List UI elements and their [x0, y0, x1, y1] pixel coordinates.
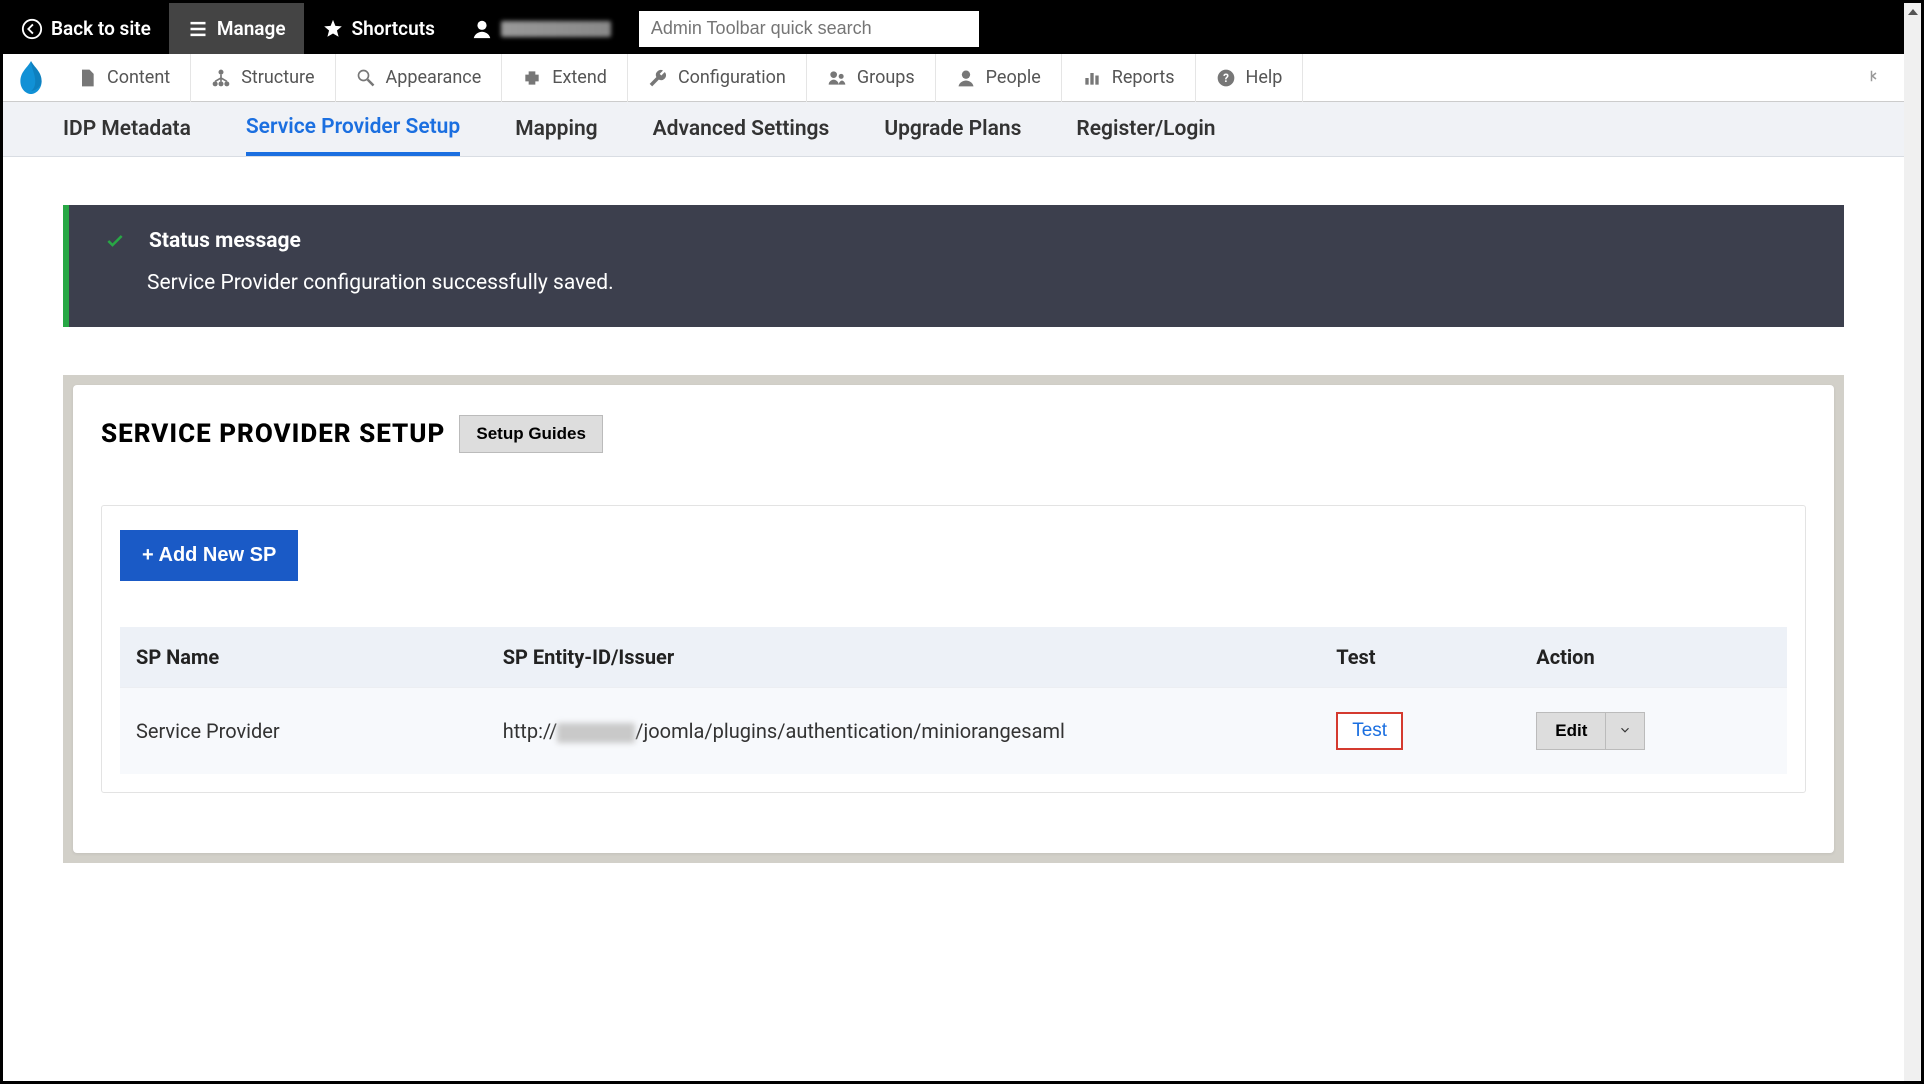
- username-text: [501, 21, 611, 37]
- status-title: Status message: [149, 229, 301, 253]
- cell-sp-name: Service Provider: [120, 688, 487, 775]
- chevron-down-icon: [1618, 723, 1632, 737]
- menu-help[interactable]: ? Help: [1196, 54, 1304, 102]
- back-to-site-link[interactable]: Back to site: [3, 3, 169, 54]
- menu-configuration[interactable]: Configuration: [628, 54, 807, 102]
- status-message: Status message Service Provider configur…: [63, 205, 1844, 327]
- scrollbar-track[interactable]: [1904, 3, 1921, 1081]
- wrench-icon: [648, 68, 668, 88]
- menu-structure[interactable]: Structure: [191, 54, 335, 102]
- tab-sp-setup[interactable]: Service Provider Setup: [246, 102, 460, 156]
- groups-icon: [827, 68, 847, 88]
- col-entity-id: SP Entity-ID/Issuer: [487, 627, 1321, 688]
- help-icon: ?: [1216, 68, 1236, 88]
- menu-groups-label: Groups: [857, 67, 915, 88]
- table-row: Service Provider http:///joomla/plugins/…: [120, 688, 1787, 775]
- add-new-sp-button[interactable]: + Add New SP: [120, 530, 298, 581]
- menu-help-label: Help: [1246, 67, 1283, 88]
- drupal-logo-icon[interactable]: [11, 58, 51, 98]
- shortcuts-menu[interactable]: Shortcuts: [304, 3, 453, 54]
- tree-icon: [211, 68, 231, 88]
- menu-groups[interactable]: Groups: [807, 54, 936, 102]
- status-body: Service Provider configuration successfu…: [147, 271, 1808, 295]
- menu-extend[interactable]: Extend: [502, 54, 628, 102]
- sp-table: SP Name SP Entity-ID/Issuer Test Action …: [120, 627, 1787, 774]
- menu-configuration-label: Configuration: [678, 67, 786, 88]
- sp-setup-panel: SERVICE PROVIDER SETUP Setup Guides + Ad…: [73, 385, 1834, 853]
- menu-content[interactable]: Content: [57, 54, 191, 102]
- edit-button[interactable]: Edit: [1536, 712, 1606, 750]
- back-to-site-label: Back to site: [51, 17, 151, 40]
- wand-icon: [356, 68, 376, 88]
- menu-structure-label: Structure: [241, 67, 314, 88]
- cell-entity-id: http:///joomla/plugins/authentication/mi…: [487, 688, 1321, 775]
- menu-people[interactable]: People: [936, 54, 1062, 102]
- edit-dropdown-button[interactable]: [1606, 712, 1645, 750]
- menu-appearance-label: Appearance: [386, 67, 482, 88]
- admin-menu-bar: Content Structure Appearance Extend Conf…: [3, 54, 1904, 102]
- check-icon: [105, 231, 125, 251]
- svg-text:?: ?: [1223, 71, 1229, 85]
- puzzle-icon: [522, 68, 542, 88]
- manage-menu[interactable]: Manage: [169, 3, 304, 54]
- menu-reports[interactable]: Reports: [1062, 54, 1196, 102]
- menu-reports-label: Reports: [1112, 67, 1175, 88]
- scroll-up-icon[interactable]: [1904, 3, 1921, 20]
- redacted-host: [557, 723, 635, 743]
- menu-appearance[interactable]: Appearance: [336, 54, 503, 102]
- tab-mapping[interactable]: Mapping: [515, 104, 597, 154]
- person-icon: [956, 68, 976, 88]
- user-icon: [471, 18, 493, 40]
- menu-content-label: Content: [107, 67, 170, 88]
- bars-icon: [1082, 68, 1102, 88]
- col-action: Action: [1520, 627, 1787, 688]
- tab-upgrade[interactable]: Upgrade Plans: [884, 104, 1021, 154]
- col-sp-name: SP Name: [120, 627, 487, 688]
- menu-people-label: People: [986, 67, 1041, 88]
- toolbar-search: [639, 11, 979, 47]
- shortcuts-label: Shortcuts: [352, 17, 435, 40]
- file-icon: [77, 68, 97, 88]
- tab-register[interactable]: Register/Login: [1076, 104, 1215, 154]
- star-icon: [322, 18, 344, 40]
- collapse-icon[interactable]: [1862, 67, 1884, 89]
- tab-idp-metadata[interactable]: IDP Metadata: [63, 104, 191, 154]
- user-menu[interactable]: [453, 3, 629, 54]
- search-input[interactable]: [639, 11, 979, 47]
- manage-label: Manage: [217, 17, 286, 40]
- menu-extend-label: Extend: [552, 67, 607, 88]
- test-button[interactable]: Test: [1336, 712, 1403, 750]
- panel-title: SERVICE PROVIDER SETUP: [101, 419, 445, 449]
- col-test: Test: [1320, 627, 1520, 688]
- chevron-left-icon: [21, 18, 43, 40]
- setup-guides-button[interactable]: Setup Guides: [459, 415, 603, 453]
- module-tabs: IDP Metadata Service Provider Setup Mapp…: [3, 102, 1904, 157]
- hamburger-icon: [187, 19, 209, 39]
- tab-advanced[interactable]: Advanced Settings: [653, 104, 830, 154]
- admin-toolbar: Back to site Manage Shortcuts: [3, 3, 1904, 54]
